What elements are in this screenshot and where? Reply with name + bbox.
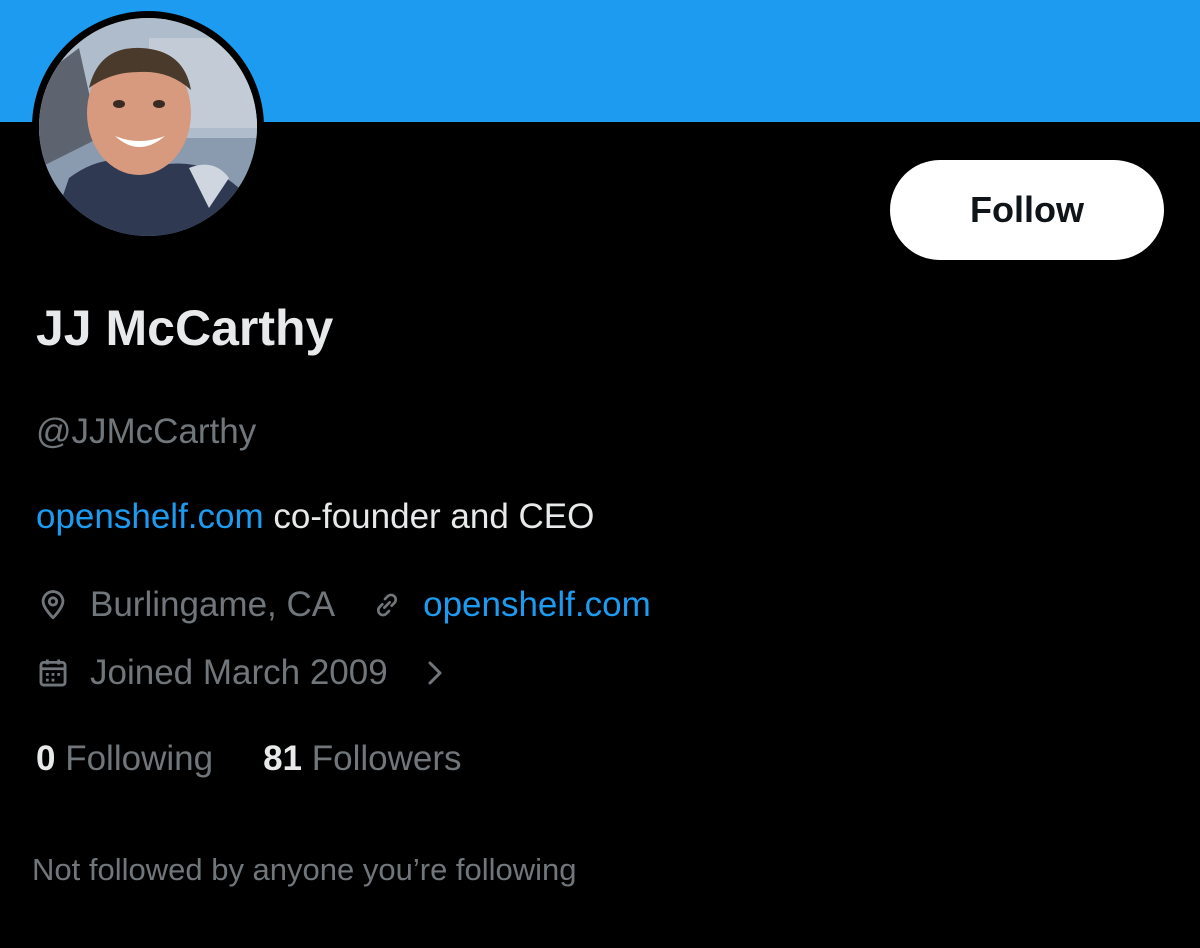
avatar[interactable] bbox=[32, 11, 264, 243]
link-icon bbox=[371, 589, 403, 621]
display-name: JJ McCarthy bbox=[36, 300, 334, 356]
joined-text: Joined March 2009 bbox=[90, 653, 388, 692]
following-count: 0 bbox=[36, 739, 56, 778]
follow-stats: 0 Following 81 Followers bbox=[36, 736, 462, 782]
profile-bio: openshelf.com co-founder and CEO bbox=[36, 494, 594, 540]
mutual-followers-note: Not followed by anyone you’re following bbox=[32, 852, 577, 887]
followers-count: 81 bbox=[263, 739, 302, 778]
calendar-icon bbox=[36, 656, 70, 690]
location-pin-icon bbox=[36, 588, 70, 622]
bio-link[interactable]: openshelf.com bbox=[36, 497, 264, 536]
user-handle: @JJMcCarthy bbox=[36, 412, 257, 451]
website-link[interactable]: openshelf.com bbox=[423, 582, 651, 628]
followers-stat[interactable]: 81 Followers bbox=[263, 736, 461, 782]
location-text: Burlingame, CA bbox=[90, 585, 336, 624]
followers-label: Followers bbox=[311, 739, 462, 778]
follow-button[interactable]: Follow bbox=[890, 160, 1164, 260]
profile-meta-row: Burlingame, CA openshelf.com bbox=[36, 582, 651, 628]
joined-row[interactable]: Joined March 2009 bbox=[36, 650, 446, 696]
chevron-right-icon[interactable] bbox=[424, 658, 446, 688]
following-label: Following bbox=[65, 739, 214, 778]
bio-text: co-founder and CEO bbox=[263, 497, 595, 536]
following-stat[interactable]: 0 Following bbox=[36, 736, 213, 782]
avatar-photo bbox=[39, 18, 257, 236]
profile-page: Follow JJ McCarthy @JJMcCarthy openshelf… bbox=[0, 0, 1200, 948]
